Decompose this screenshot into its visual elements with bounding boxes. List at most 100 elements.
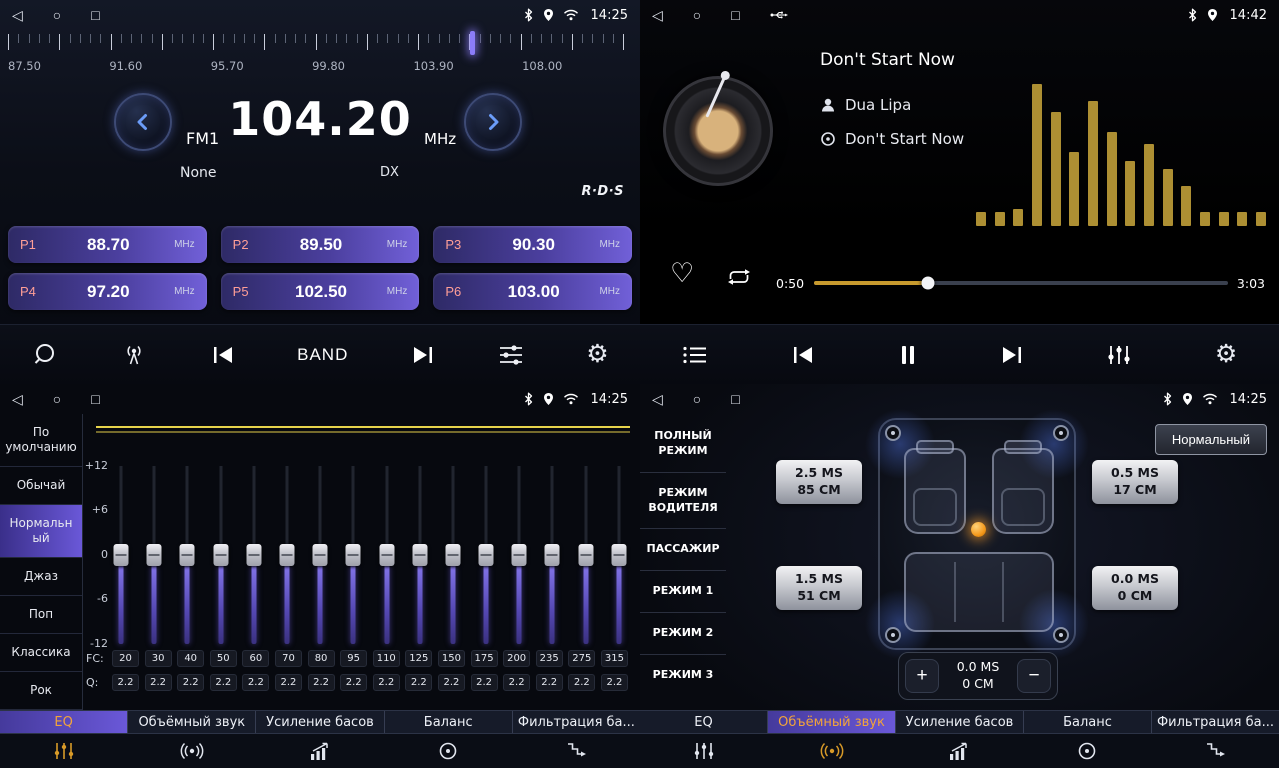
mode-item[interactable]: ПОЛНЫЙ РЕЖИМ xyxy=(640,416,726,473)
slider-handle[interactable] xyxy=(114,544,129,566)
next-track-button[interactable] xyxy=(1000,344,1024,366)
pause-button[interactable] xyxy=(899,344,917,366)
preset-p6-button[interactable]: P6103.00MHz xyxy=(433,273,632,310)
eq-band-slider[interactable] xyxy=(477,466,495,644)
tab-balance[interactable]: Баланс xyxy=(1024,711,1152,733)
previous-track-button[interactable] xyxy=(791,344,815,366)
bass-boost-icon[interactable] xyxy=(896,741,1024,761)
crossover-filter-icon[interactable] xyxy=(1151,741,1279,761)
tab-balance[interactable]: Баланс xyxy=(385,711,513,733)
eq-preset-item[interactable]: Нормальный xyxy=(0,505,82,558)
playlist-button[interactable] xyxy=(682,345,708,365)
listening-position-dot[interactable] xyxy=(971,522,986,537)
recents-icon[interactable]: □ xyxy=(731,392,739,406)
tune-settings-button[interactable] xyxy=(498,344,524,366)
tab-bass-boost[interactable]: Усиление басов xyxy=(896,711,1024,733)
eq-band-slider[interactable] xyxy=(245,466,263,644)
sound-preset-badge[interactable]: Нормальный xyxy=(1155,424,1267,455)
recents-icon[interactable]: □ xyxy=(731,8,739,22)
preset-p4-button[interactable]: P497.20MHz xyxy=(8,273,207,310)
tab-surround-sound[interactable]: Объёмный звук xyxy=(768,711,896,733)
preset-p1-button[interactable]: P188.70MHz xyxy=(8,226,207,263)
tab-surround-sound[interactable]: Объёмный звук xyxy=(128,711,256,733)
slider-handle[interactable] xyxy=(545,544,560,566)
eq-preset-item[interactable]: Классика xyxy=(0,634,82,672)
favorite-button[interactable]: ♡ xyxy=(670,258,694,289)
slider-handle[interactable] xyxy=(512,544,527,566)
bass-boost-icon[interactable] xyxy=(256,741,384,761)
home-icon[interactable]: ○ xyxy=(693,8,701,22)
slider-handle[interactable] xyxy=(479,544,494,566)
seek-down-button[interactable] xyxy=(211,344,235,366)
tune-up-button[interactable] xyxy=(464,93,522,151)
slider-handle[interactable] xyxy=(246,544,261,566)
seek-up-button[interactable] xyxy=(411,344,435,366)
surround-sound-icon[interactable] xyxy=(128,741,256,761)
slider-handle[interactable] xyxy=(313,544,328,566)
eq-band-slider[interactable] xyxy=(378,466,396,644)
back-icon[interactable]: ◁ xyxy=(652,392,663,406)
eq-band-slider[interactable] xyxy=(311,466,329,644)
balance-icon[interactable] xyxy=(1023,741,1151,761)
slider-handle[interactable] xyxy=(346,544,361,566)
preset-p3-button[interactable]: P390.30MHz xyxy=(433,226,632,263)
eq-band-slider[interactable] xyxy=(344,466,362,644)
slider-handle[interactable] xyxy=(379,544,394,566)
tab-eq[interactable]: EQ xyxy=(640,711,768,733)
recents-icon[interactable]: □ xyxy=(91,392,99,406)
audio-mixer-button[interactable] xyxy=(1107,344,1131,366)
repeat-button[interactable] xyxy=(724,266,754,291)
back-icon[interactable]: ◁ xyxy=(12,8,23,22)
eq-preset-item[interactable]: Обычай xyxy=(0,467,82,505)
preset-p5-button[interactable]: P5102.50MHz xyxy=(221,273,420,310)
gear-icon[interactable]: ⚙ xyxy=(586,342,608,367)
slider-handle[interactable] xyxy=(279,544,294,566)
crossover-filter-icon[interactable] xyxy=(512,741,640,761)
tab-bass-boost[interactable]: Усиление басов xyxy=(256,711,384,733)
home-icon[interactable]: ○ xyxy=(693,392,701,406)
eq-band-slider[interactable] xyxy=(145,466,163,644)
eq-preset-item[interactable]: Джаз xyxy=(0,558,82,596)
eq-band-slider[interactable] xyxy=(610,466,628,644)
tab-filter[interactable]: Фильтрация ба... xyxy=(513,711,640,733)
equalizer-icon[interactable] xyxy=(640,741,768,761)
eq-band-slider[interactable] xyxy=(543,466,561,644)
mode-item[interactable]: РЕЖИМ ВОДИТЕЛЯ xyxy=(640,473,726,530)
eq-band-slider[interactable] xyxy=(411,466,429,644)
back-icon[interactable]: ◁ xyxy=(652,8,663,22)
mode-item[interactable]: ПАССАЖИР xyxy=(640,529,726,571)
equalizer-icon[interactable] xyxy=(0,741,128,761)
eq-band-slider[interactable] xyxy=(510,466,528,644)
seek-slider[interactable] xyxy=(814,281,1228,285)
slider-handle[interactable] xyxy=(412,544,427,566)
mode-item[interactable]: РЕЖИМ 2 xyxy=(640,613,726,655)
home-icon[interactable]: ○ xyxy=(53,8,61,22)
slider-handle[interactable] xyxy=(611,544,626,566)
car-interior-map[interactable] xyxy=(878,418,1076,650)
mode-item[interactable]: РЕЖИМ 1 xyxy=(640,571,726,613)
mode-item[interactable]: РЕЖИМ 3 xyxy=(640,655,726,696)
tab-eq[interactable]: EQ xyxy=(0,711,128,733)
frequency-scale[interactable]: 87.5091.6095.7099.80103.90108.00 xyxy=(8,34,624,84)
tab-filter[interactable]: Фильтрация ба... xyxy=(1152,711,1279,733)
gear-icon[interactable]: ⚙ xyxy=(1215,342,1237,367)
eq-preset-item[interactable]: Рок xyxy=(0,672,82,710)
eq-band-slider[interactable] xyxy=(577,466,595,644)
slider-handle[interactable] xyxy=(180,544,195,566)
slider-handle[interactable] xyxy=(445,544,460,566)
slider-handle[interactable] xyxy=(578,544,593,566)
decrease-delay-button[interactable]: − xyxy=(1017,659,1051,693)
eq-preset-item[interactable]: Поп xyxy=(0,596,82,634)
surround-sound-icon[interactable] xyxy=(768,741,896,761)
eq-band-slider[interactable] xyxy=(444,466,462,644)
broadcast-button[interactable] xyxy=(120,343,148,367)
balance-icon[interactable] xyxy=(384,741,512,761)
home-icon[interactable]: ○ xyxy=(53,392,61,406)
seek-thumb[interactable] xyxy=(921,277,934,290)
eq-band-slider[interactable] xyxy=(212,466,230,644)
recents-icon[interactable]: □ xyxy=(91,8,99,22)
back-icon[interactable]: ◁ xyxy=(12,392,23,406)
band-button[interactable]: BAND xyxy=(297,345,348,365)
eq-preset-item[interactable]: По умолчанию xyxy=(0,414,82,467)
increase-delay-button[interactable]: + xyxy=(905,659,939,693)
